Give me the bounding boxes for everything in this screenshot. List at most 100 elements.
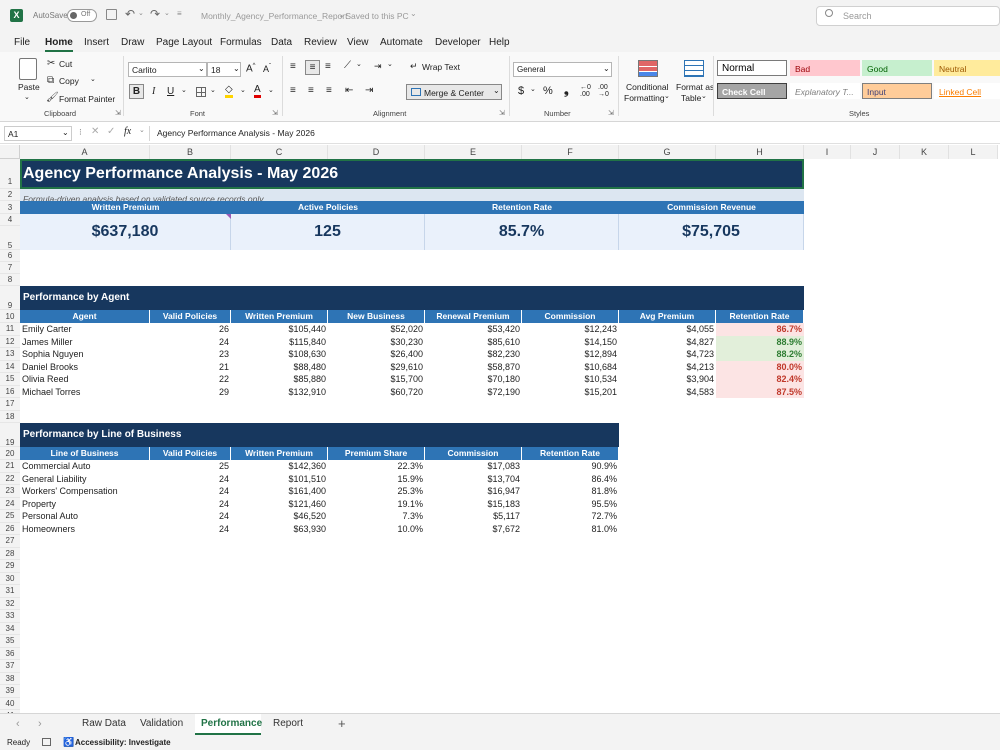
row-header-35[interactable]: 35 (0, 635, 20, 648)
search-box[interactable]: Search (816, 6, 1000, 26)
sheet-tab-validation[interactable]: Validation (140, 718, 183, 729)
redo-dropdown-icon[interactable]: ⌄ (164, 9, 170, 17)
sheet-tab-raw-data[interactable]: Raw Data (82, 718, 126, 729)
column-header-e[interactable]: E (425, 145, 522, 159)
cut-button[interactable]: Cut (59, 59, 72, 69)
copy-button[interactable]: Copy (59, 76, 79, 86)
bold-icon[interactable]: B (129, 84, 144, 99)
row-header-38[interactable]: 38 (0, 672, 20, 685)
undo-dropdown-icon[interactable]: ⌄ (138, 9, 144, 17)
row-header-29[interactable]: 29 (0, 560, 20, 573)
row-header-2[interactable]: 2 (0, 189, 20, 201)
row-header-16[interactable]: 16 (0, 385, 20, 398)
underline-dropdown-icon[interactable]: ⌄ (181, 86, 187, 94)
sheet-tab-performance-wrap[interactable]: Performance (195, 714, 262, 735)
insert-function-icon[interactable]: fx (124, 126, 131, 137)
cell-style-explanatory-t[interactable]: Explanatory T... (790, 83, 860, 99)
row-header-10[interactable]: 10 (0, 310, 20, 323)
tab-data[interactable]: Data (271, 37, 292, 48)
row-header-12[interactable]: 12 (0, 335, 20, 348)
row-header-19[interactable]: 19 (0, 423, 20, 447)
row-header-6[interactable]: 6 (0, 250, 20, 262)
row-header-32[interactable]: 32 (0, 597, 20, 610)
row-header-24[interactable]: 24 (0, 497, 20, 510)
row-header-26[interactable]: 26 (0, 522, 20, 535)
align-bottom-icon[interactable]: ≡ (325, 61, 331, 72)
sheet-tab-report[interactable]: Report (273, 718, 303, 729)
format-as-table-button-line2[interactable]: Table (681, 93, 701, 103)
align-right-icon[interactable]: ≡ (326, 85, 332, 96)
column-header-j[interactable]: J (851, 145, 900, 159)
row-header-22[interactable]: 22 (0, 472, 20, 485)
sheet-tab-performance[interactable]: Performance (201, 718, 262, 729)
row-header-9[interactable]: 9 (0, 286, 20, 310)
borders-dropdown-icon[interactable]: ⌄ (210, 86, 216, 94)
text-direction-dropdown-icon[interactable]: ⌄ (387, 60, 393, 68)
column-header-f[interactable]: F (522, 145, 619, 159)
column-header-b[interactable]: B (150, 145, 231, 159)
conditional-formatting-button-line2[interactable]: Formatting (624, 93, 665, 103)
font-launcher-icon[interactable]: ⇲ (272, 109, 278, 117)
enter-formula-icon[interactable]: ✓ (107, 126, 115, 137)
currency-icon[interactable]: $ (518, 85, 524, 97)
cell-style-bad[interactable]: Bad (790, 60, 860, 76)
paste-button[interactable]: Paste (18, 82, 40, 92)
row-header-28[interactable]: 28 (0, 547, 20, 560)
tab-developer[interactable]: Developer (435, 37, 481, 48)
format-painter-button[interactable]: Format Painter (59, 94, 115, 104)
row-header-5[interactable]: 5 (0, 226, 20, 250)
font-color-dropdown-icon[interactable]: ⌄ (268, 86, 274, 94)
column-header-a[interactable]: A (20, 145, 150, 159)
select-all-corner[interactable] (0, 145, 20, 159)
row-header-40[interactable]: 40 (0, 697, 20, 710)
row-header-15[interactable]: 15 (0, 373, 20, 386)
row-header-20[interactable]: 20 (0, 447, 20, 460)
fill-color-dropdown-icon[interactable]: ⌄ (240, 86, 246, 94)
orientation-dropdown-icon[interactable]: ⌄ (356, 60, 362, 68)
row-header-36[interactable]: 36 (0, 647, 20, 660)
increase-indent-icon[interactable]: ⇥ (365, 85, 373, 96)
fill-color-icon[interactable]: ◇ (225, 85, 233, 98)
next-sheet-icon[interactable]: › (38, 718, 42, 730)
increase-decimal-icon[interactable]: ←0.00 (580, 84, 591, 98)
merge-center-button[interactable]: Merge & Center ⌄ (406, 84, 502, 100)
borders-icon[interactable] (196, 87, 206, 97)
column-header-h[interactable]: H (716, 145, 804, 159)
cancel-formula-icon[interactable]: ✕ (91, 126, 99, 137)
copy-dropdown-icon[interactable]: ⌄ (90, 75, 96, 83)
comma-icon[interactable]: ❟ (564, 83, 569, 98)
worksheet-grid[interactable]: ABCDEFGHIJKL 1 2 3 4 5 6 7 8 9 10 11 12 13 14 15 16 17 18… (0, 145, 1000, 713)
cell-style-linked-cell[interactable]: Linked Cell (934, 83, 1000, 99)
tab-page-layout[interactable]: Page Layout (156, 37, 212, 48)
tab-help[interactable]: Help (489, 37, 510, 48)
row-header-17[interactable]: 17 (0, 398, 20, 411)
row-header-4[interactable]: 4 (0, 214, 20, 226)
autosave-toggle[interactable]: Off (67, 9, 97, 22)
accessibility-status[interactable]: Accessibility: Investigate (75, 738, 171, 747)
row-header-37[interactable]: 37 (0, 660, 20, 673)
align-middle-icon[interactable]: ≡ (305, 60, 320, 75)
row-header-1[interactable]: 1 (0, 159, 20, 189)
redo-icon[interactable]: ↷ (150, 7, 160, 21)
column-header-g[interactable]: G (619, 145, 716, 159)
number-format-select[interactable]: General ⌄ (513, 62, 612, 77)
align-center-icon[interactable]: ≡ (308, 85, 314, 96)
font-size-select[interactable]: 18 ⌄ (207, 62, 241, 77)
format-as-table-button[interactable]: Format as (676, 82, 714, 92)
row-header-30[interactable]: 30 (0, 572, 20, 585)
column-header-k[interactable]: K (900, 145, 949, 159)
name-box[interactable]: A1 ⌄ (4, 126, 72, 141)
undo-icon[interactable]: ↶ (125, 7, 135, 21)
column-header-l[interactable]: L (949, 145, 998, 159)
align-top-icon[interactable]: ≡ (290, 61, 296, 72)
row-header-21[interactable]: 21 (0, 460, 20, 473)
previous-sheet-icon[interactable]: ‹ (16, 718, 20, 730)
row-header-14[interactable]: 14 (0, 360, 20, 373)
row-header-25[interactable]: 25 (0, 510, 20, 523)
row-header-23[interactable]: 23 (0, 485, 20, 498)
italic-icon[interactable]: I (152, 86, 155, 97)
tab-insert[interactable]: Insert (84, 37, 109, 48)
cell-style-check-cell[interactable]: Check Cell (717, 83, 787, 99)
align-left-icon[interactable]: ≡ (290, 85, 296, 96)
text-direction-icon[interactable]: ⇥ (374, 61, 382, 72)
